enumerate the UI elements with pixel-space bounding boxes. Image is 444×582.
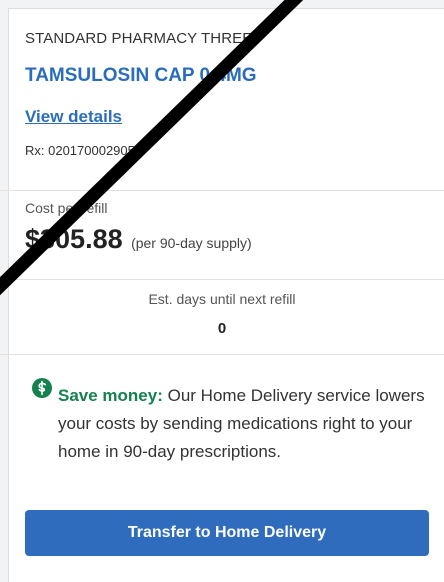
dollar-circle-icon — [32, 378, 52, 398]
save-money-heading: Save money: — [58, 386, 163, 405]
rx-number: Rx: 020170002905 — [25, 143, 135, 158]
cost-value: $305.88 — [25, 224, 123, 254]
divider — [0, 279, 444, 280]
cost-label: Cost per refill — [25, 200, 108, 216]
divider — [0, 190, 444, 191]
view-details-link[interactable]: View details — [25, 107, 122, 127]
refill-days-label: Est. days until next refill — [148, 291, 296, 307]
pharmacy-name: STANDARD PHARMACY THREE — [25, 30, 253, 47]
divider — [0, 354, 444, 355]
cost-row: $305.88 (per 90-day supply) — [25, 224, 252, 255]
transfer-to-home-delivery-button[interactable]: Transfer to Home Delivery — [25, 510, 429, 556]
cost-supply-note: (per 90-day supply) — [131, 235, 252, 251]
refill-days-value: 0 — [217, 320, 227, 337]
drug-name: TAMSULOSIN CAP 0.4MG — [25, 65, 257, 86]
page: STANDARD PHARMACY THREE TAMSULOSIN CAP 0… — [0, 0, 444, 582]
save-money-promo: Save money: Our Home Delivery service lo… — [58, 382, 428, 466]
